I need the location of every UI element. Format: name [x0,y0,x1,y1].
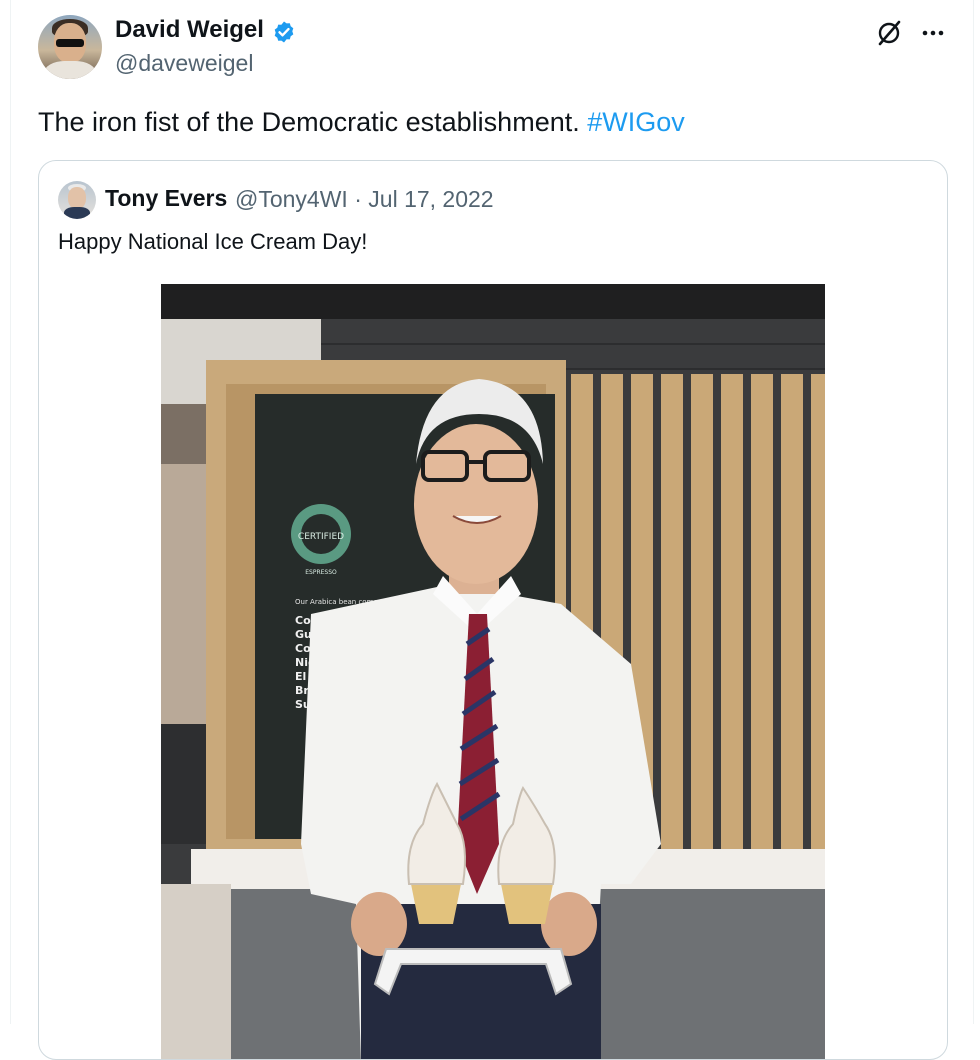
more-options-icon[interactable] [918,18,948,48]
tweet-text: The iron fist of the Democratic establis… [38,107,685,137]
quoted-author-name[interactable]: Tony Evers [105,185,227,212]
quoted-tweet-text: Happy National Ice Cream Day! [58,229,368,254]
photo-illustration: CERTIFIED ESPRESSO Our Arabica bean come… [161,284,825,1059]
quoted-author-handle[interactable]: @Tony4WI [235,186,348,212]
quoted-author-avatar[interactable] [58,181,96,219]
quoted-tweet-date[interactable]: Jul 17, 2022 [368,186,493,212]
author-name[interactable]: David Weigel [115,16,264,44]
grok-icon[interactable] [874,18,904,48]
badge-subtext: ESPRESSO [305,569,337,576]
author-handle[interactable]: @daveweigel [115,50,253,77]
quoted-tweet[interactable]: Tony Evers @Tony4WI · Jul 17, 2022 Happy… [38,160,948,1060]
tweet-photo[interactable]: CERTIFIED ESPRESSO Our Arabica bean come… [161,284,825,1059]
badge-text: CERTIFIED [298,532,344,542]
quoted-author-meta: @Tony4WI · Jul 17, 2022 [235,186,494,213]
hashtag-link[interactable]: #WIGov [587,107,685,137]
author-avatar[interactable] [38,15,102,79]
verified-badge-icon [274,21,294,43]
meta-separator: · [354,186,362,212]
